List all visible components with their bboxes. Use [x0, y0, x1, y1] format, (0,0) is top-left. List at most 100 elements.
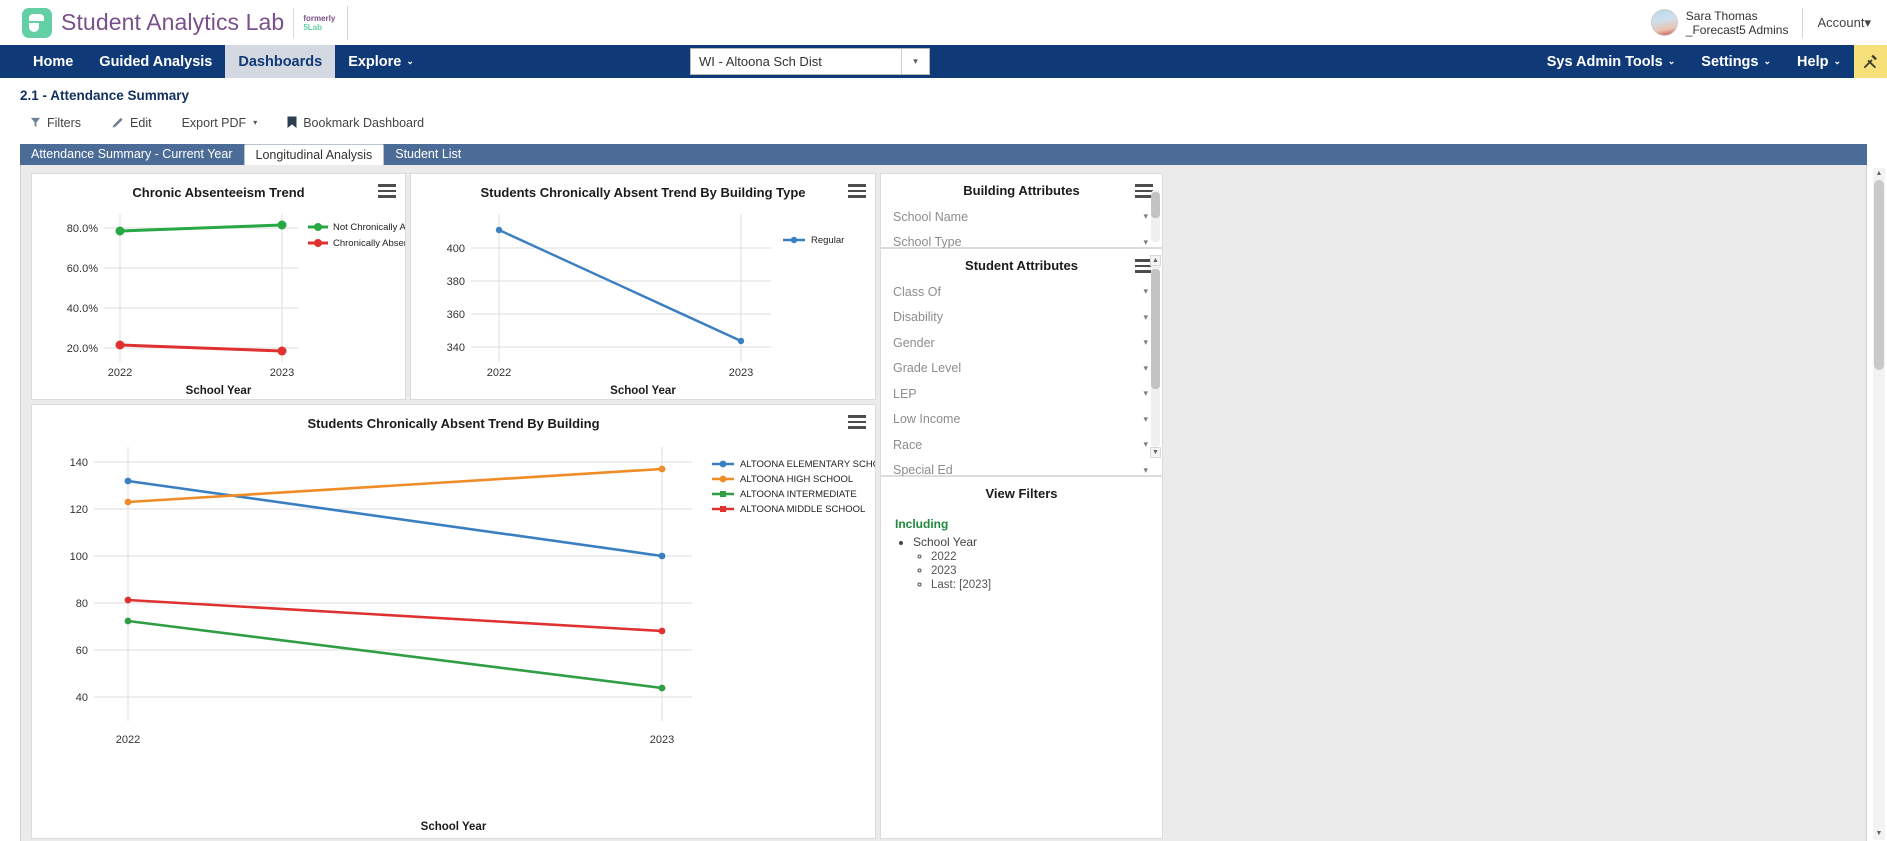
user-org: _Forecast5 Admins — [1685, 22, 1789, 37]
svg-text:2023: 2023 — [729, 367, 753, 379]
attr-label: Gender — [893, 335, 935, 350]
nav-label: Help — [1797, 53, 1829, 70]
attr-label: School Name — [893, 209, 969, 224]
attr-label: Low Income — [893, 412, 961, 427]
including-label: Including — [895, 517, 949, 531]
chart-panel-chronically-absent-by-building-type: Students Chronically Absent Trend By Bui… — [410, 173, 876, 400]
hamburger-menu-icon[interactable] — [848, 415, 866, 432]
attr-row-lep[interactable]: LEP ▾ — [887, 381, 1162, 407]
svg-text:60.0%: 60.0% — [67, 263, 98, 275]
nav-label: Explore — [348, 53, 402, 70]
account-menu[interactable]: Account▾ — [1817, 15, 1871, 31]
svg-text:120: 120 — [70, 504, 88, 516]
logo-icon — [22, 7, 52, 38]
filters-button[interactable]: Filters — [30, 116, 81, 130]
user-info: Sara Thomas _Forecast5 Admins — [1686, 9, 1789, 37]
chevron-down-icon: ▾ — [1143, 211, 1148, 222]
filter-values: 2022 2023 Last: [2023] — [931, 551, 1162, 591]
district-select[interactable]: WI - Altoona Sch Dist ▾ — [690, 48, 930, 75]
nav-label: Dashboards — [238, 53, 323, 70]
svg-text:40: 40 — [76, 692, 88, 704]
chevron-down-icon: ▾ — [1864, 14, 1871, 30]
page-scrollbar-thumb[interactable] — [1874, 180, 1884, 370]
edit-label: Edit — [130, 115, 152, 130]
chart-title: Students Chronically Absent Trend By Bui… — [307, 416, 600, 431]
nav-item-sys-admin-tools[interactable]: Sys Admin Tools ⌄ — [1534, 45, 1689, 78]
svg-text:2022: 2022 — [116, 734, 140, 746]
student-attributes-scrollbar[interactable] — [1151, 257, 1160, 447]
chart-title: Students Chronically Absent Trend By Bui… — [480, 185, 806, 200]
svg-text:80: 80 — [76, 598, 88, 610]
district-value: WI - Altoona Sch Dist — [699, 54, 822, 69]
svg-text:Regular: Regular — [811, 235, 844, 246]
dashboard-canvas: Chronic Absenteeism Trend 80.0% 60.0% 40… — [20, 165, 1867, 841]
hamburger-menu-icon[interactable] — [848, 184, 866, 201]
avatar[interactable] — [1650, 9, 1678, 36]
attr-label: LEP — [893, 386, 917, 401]
account-area: Sara Thomas _Forecast5 Admins Account▾ — [1650, 7, 1887, 38]
page-title: 2.1 - Attendance Summary — [20, 88, 190, 103]
top-bar: Student Analytics Lab formerly 5Lab Sara… — [0, 0, 1887, 45]
attr-label: Class Of — [893, 284, 941, 299]
svg-text:400: 400 — [447, 243, 465, 255]
scrollbar-thumb[interactable] — [1151, 192, 1160, 218]
student-attributes-title: Student Attributes — [965, 258, 1078, 273]
nav-label: Home — [33, 53, 74, 70]
nav-item-settings[interactable]: Settings ⌄ — [1688, 45, 1784, 78]
scroll-down-arrow-icon[interactable]: ▼ — [1150, 447, 1161, 458]
header-divider — [347, 5, 349, 40]
scroll-up-arrow-icon[interactable]: ▲ — [1873, 168, 1885, 180]
filter-group-label: School Year — [913, 535, 978, 549]
edit-button[interactable]: Edit — [111, 116, 152, 130]
nav-item-help[interactable]: Help ⌄ — [1784, 45, 1854, 78]
view-filters-list: School Year 2022 2023 Last: [2023] — [913, 535, 1162, 591]
nav-item-home[interactable]: Home — [20, 45, 86, 78]
attr-row-gender[interactable]: Gender ▾ — [887, 330, 1162, 356]
svg-text:ALTOONA MIDDLE SCHOOL: ALTOONA MIDDLE SCHOOL — [740, 504, 865, 515]
building-attributes-scrollbar[interactable] — [1151, 190, 1160, 242]
attr-label: Race — [893, 437, 923, 452]
tab-attendance-summary-current-year[interactable]: Attendance Summary - Current Year — [20, 144, 244, 165]
chevron-down-icon: ▾ — [1143, 388, 1148, 399]
bookmark-label: Bookmark Dashboard — [303, 115, 425, 130]
export-pdf-button[interactable]: Export PDF ▾ — [182, 116, 258, 130]
chart-3-xlabel: School Year — [420, 821, 487, 833]
filter-value: 2022 — [931, 551, 1162, 563]
hamburger-menu-icon[interactable] — [378, 184, 396, 201]
nav-item-explore[interactable]: Explore ⌄ — [335, 45, 427, 78]
attr-row-race[interactable]: Race ▾ — [887, 432, 1162, 458]
tab-label: Longitudinal Analysis — [255, 147, 373, 162]
nav-item-dashboards[interactable]: Dashboards — [225, 45, 336, 78]
tab-longitudinal-analysis[interactable]: Longitudinal Analysis — [243, 144, 385, 165]
scrollbar-thumb[interactable] — [1151, 269, 1160, 389]
attr-row-school-name[interactable]: School Name ▾ — [887, 204, 1162, 230]
chevron-down-icon: ▾ — [1143, 286, 1148, 297]
user-name: Sara Thomas — [1685, 8, 1758, 23]
page-scrollbar[interactable]: ▲ ▼ — [1873, 168, 1885, 840]
chart-1-plot: 80.0% 60.0% 40.0% 20.0% 2022 2023 Not Ch… — [67, 214, 405, 379]
tab-label: Attendance Summary - Current Year — [31, 147, 233, 161]
chevron-down-icon: ▾ — [1143, 439, 1148, 450]
brand-subtitle: formerly 5Lab — [303, 14, 335, 32]
account-label: Account — [1817, 14, 1865, 30]
nav-item-guided-analysis[interactable]: Guided Analysis — [86, 45, 225, 78]
brand-logo[interactable]: Student Analytics Lab formerly 5Lab — [0, 5, 349, 40]
chart-3-plot: 140 120 100 80 60 40 2022 2023 ALTOONA E… — [70, 447, 875, 746]
scroll-down-arrow-icon[interactable]: ▼ — [1873, 828, 1885, 840]
attr-row-low-income[interactable]: Low Income ▾ — [887, 407, 1162, 433]
svg-text:2022: 2022 — [487, 367, 511, 379]
scroll-up-arrow-icon[interactable]: ▲ — [1150, 255, 1161, 266]
attr-row-grade-level[interactable]: Grade Level ▾ — [887, 356, 1162, 382]
chevron-down-icon: ▾ — [901, 49, 929, 74]
chevron-down-icon: ⌄ — [406, 56, 414, 66]
svg-text:2022: 2022 — [108, 367, 132, 379]
chevron-down-icon: ▾ — [1143, 413, 1148, 424]
chevron-down-icon: ▾ — [1143, 311, 1148, 322]
svg-text:80.0%: 80.0% — [67, 223, 98, 235]
bookmark-dashboard-button[interactable]: Bookmark Dashboard — [287, 116, 424, 130]
svg-text:380: 380 — [447, 276, 465, 288]
attr-row-class-of[interactable]: Class Of ▾ — [887, 279, 1162, 305]
tab-student-list[interactable]: Student List — [384, 144, 472, 165]
attr-row-disability[interactable]: Disability ▾ — [887, 305, 1162, 331]
tools-button[interactable] — [1854, 45, 1887, 78]
